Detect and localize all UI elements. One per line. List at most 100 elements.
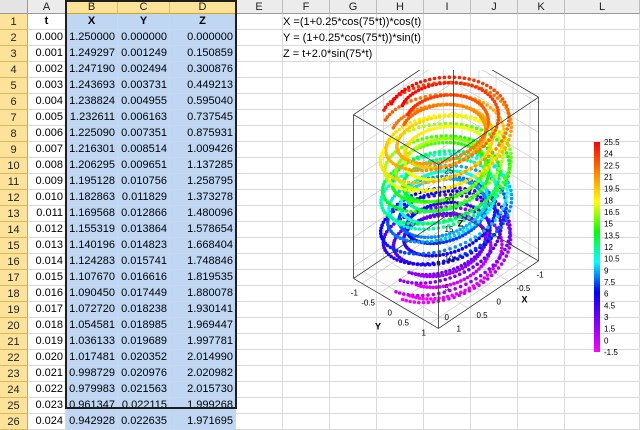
column-header-f[interactable]: F [283,0,330,14]
row-header-14[interactable]: 14 [0,222,28,238]
cell-c21[interactable]: 0.019689 [118,334,170,350]
row-header-24[interactable]: 24 [0,382,28,398]
cell-d9[interactable]: 1.009426 [170,142,236,158]
cell-c2[interactable]: 0.000000 [118,30,170,46]
cell-c24[interactable]: 0.021563 [118,382,170,398]
cell-b18[interactable]: 1.090450 [66,286,118,302]
cell-d25[interactable]: 1.999268 [170,398,236,414]
cell-b9[interactable]: 1.216301 [66,142,118,158]
cell-d14[interactable]: 1.578654 [170,222,236,238]
row-header-25[interactable]: 25 [0,398,28,414]
cell-e25[interactable] [236,398,283,414]
cell-a10[interactable]: 0.008 [28,158,66,174]
cell-b17[interactable]: 1.107670 [66,270,118,286]
cell-b4[interactable]: 1.247190 [66,62,118,78]
column-header-b[interactable]: B [66,0,118,14]
column-header-a[interactable]: A [28,0,66,14]
cell-j2[interactable] [471,30,518,46]
column-header-l[interactable]: L [565,0,640,14]
cell-d8[interactable]: 0.875931 [170,126,236,142]
cell-a2[interactable]: 0.000 [28,30,66,46]
cell-c20[interactable]: 0.018985 [118,318,170,334]
cell-l26[interactable] [565,414,640,430]
row-header-2[interactable]: 2 [0,30,28,46]
cell-k3[interactable] [518,46,565,62]
cell-d21[interactable]: 1.997781 [170,334,236,350]
row-header-9[interactable]: 9 [0,142,28,158]
cell-a8[interactable]: 0.006 [28,126,66,142]
cell-e20[interactable] [236,318,283,334]
cell-b2[interactable]: 1.250000 [66,30,118,46]
cell-d23[interactable]: 2.020982 [170,366,236,382]
cell-h26[interactable] [377,414,424,430]
cell-c14[interactable]: 0.013864 [118,222,170,238]
cell-c25[interactable]: 0.022115 [118,398,170,414]
cell-d5[interactable]: 0.449213 [170,78,236,94]
cell-d7[interactable]: 0.737545 [170,110,236,126]
column-header-e[interactable]: E [236,0,283,14]
header-cell-l[interactable] [565,14,640,30]
cell-c11[interactable]: 0.010756 [118,174,170,190]
cell-e13[interactable] [236,206,283,222]
row-header-20[interactable]: 20 [0,318,28,334]
cell-a21[interactable]: 0.019 [28,334,66,350]
cell-d13[interactable]: 1.480096 [170,206,236,222]
cell-a5[interactable]: 0.003 [28,78,66,94]
cell-d26[interactable]: 1.971695 [170,414,236,430]
cell-e19[interactable] [236,302,283,318]
cell-d22[interactable]: 2.014990 [170,350,236,366]
cell-d4[interactable]: 0.300876 [170,62,236,78]
row-header-5[interactable]: 5 [0,78,28,94]
cell-e17[interactable] [236,270,283,286]
cell-e21[interactable] [236,334,283,350]
row-header-4[interactable]: 4 [0,62,28,78]
cell-b5[interactable]: 1.243693 [66,78,118,94]
cell-d2[interactable]: 0.000000 [170,30,236,46]
cell-c26[interactable]: 0.022635 [118,414,170,430]
cell-f26[interactable] [283,414,330,430]
cell-e4[interactable] [236,62,283,78]
cell-a25[interactable]: 0.023 [28,398,66,414]
cell-e26[interactable] [236,414,283,430]
cell-c4[interactable]: 0.002494 [118,62,170,78]
cell-b21[interactable]: 1.036133 [66,334,118,350]
header-cell-i[interactable] [424,14,471,30]
cell-b11[interactable]: 1.195128 [66,174,118,190]
cell-a20[interactable]: 0.018 [28,318,66,334]
cell-k2[interactable] [518,30,565,46]
cell-a6[interactable]: 0.004 [28,94,66,110]
cell-e14[interactable] [236,222,283,238]
cell-d19[interactable]: 1.930141 [170,302,236,318]
cell-d3[interactable]: 0.150859 [170,46,236,62]
cell-j26[interactable] [471,414,518,430]
cell-e11[interactable] [236,174,283,190]
cell-a12[interactable]: 0.010 [28,190,66,206]
header-cell-j[interactable] [471,14,518,30]
cell-c7[interactable]: 0.006163 [118,110,170,126]
cell-d11[interactable]: 1.258795 [170,174,236,190]
row-header-15[interactable]: 15 [0,238,28,254]
row-header-7[interactable]: 7 [0,110,28,126]
row-header-12[interactable]: 12 [0,190,28,206]
row-header-21[interactable]: 21 [0,334,28,350]
cell-a18[interactable]: 0.016 [28,286,66,302]
header-cell-e[interactable] [236,14,283,30]
row-header-19[interactable]: 19 [0,302,28,318]
cell-c16[interactable]: 0.015741 [118,254,170,270]
cell-a24[interactable]: 0.022 [28,382,66,398]
cell-l2[interactable] [565,30,640,46]
cell-b16[interactable]: 1.124283 [66,254,118,270]
cell-d24[interactable]: 2.015730 [170,382,236,398]
cell-b10[interactable]: 1.206295 [66,158,118,174]
helix-3d-chart[interactable]: 2520151050Z10.50-0.5-1X10.50-0.5-1Y 25.5… [300,70,640,409]
cell-d18[interactable]: 1.880078 [170,286,236,302]
cell-c13[interactable]: 0.012866 [118,206,170,222]
cell-b23[interactable]: 0.998729 [66,366,118,382]
cell-a7[interactable]: 0.005 [28,110,66,126]
cell-e6[interactable] [236,94,283,110]
column-header-c[interactable]: C [118,0,170,14]
cell-c19[interactable]: 0.018238 [118,302,170,318]
cell-b6[interactable]: 1.238824 [66,94,118,110]
cell-e12[interactable] [236,190,283,206]
cell-a16[interactable]: 0.014 [28,254,66,270]
